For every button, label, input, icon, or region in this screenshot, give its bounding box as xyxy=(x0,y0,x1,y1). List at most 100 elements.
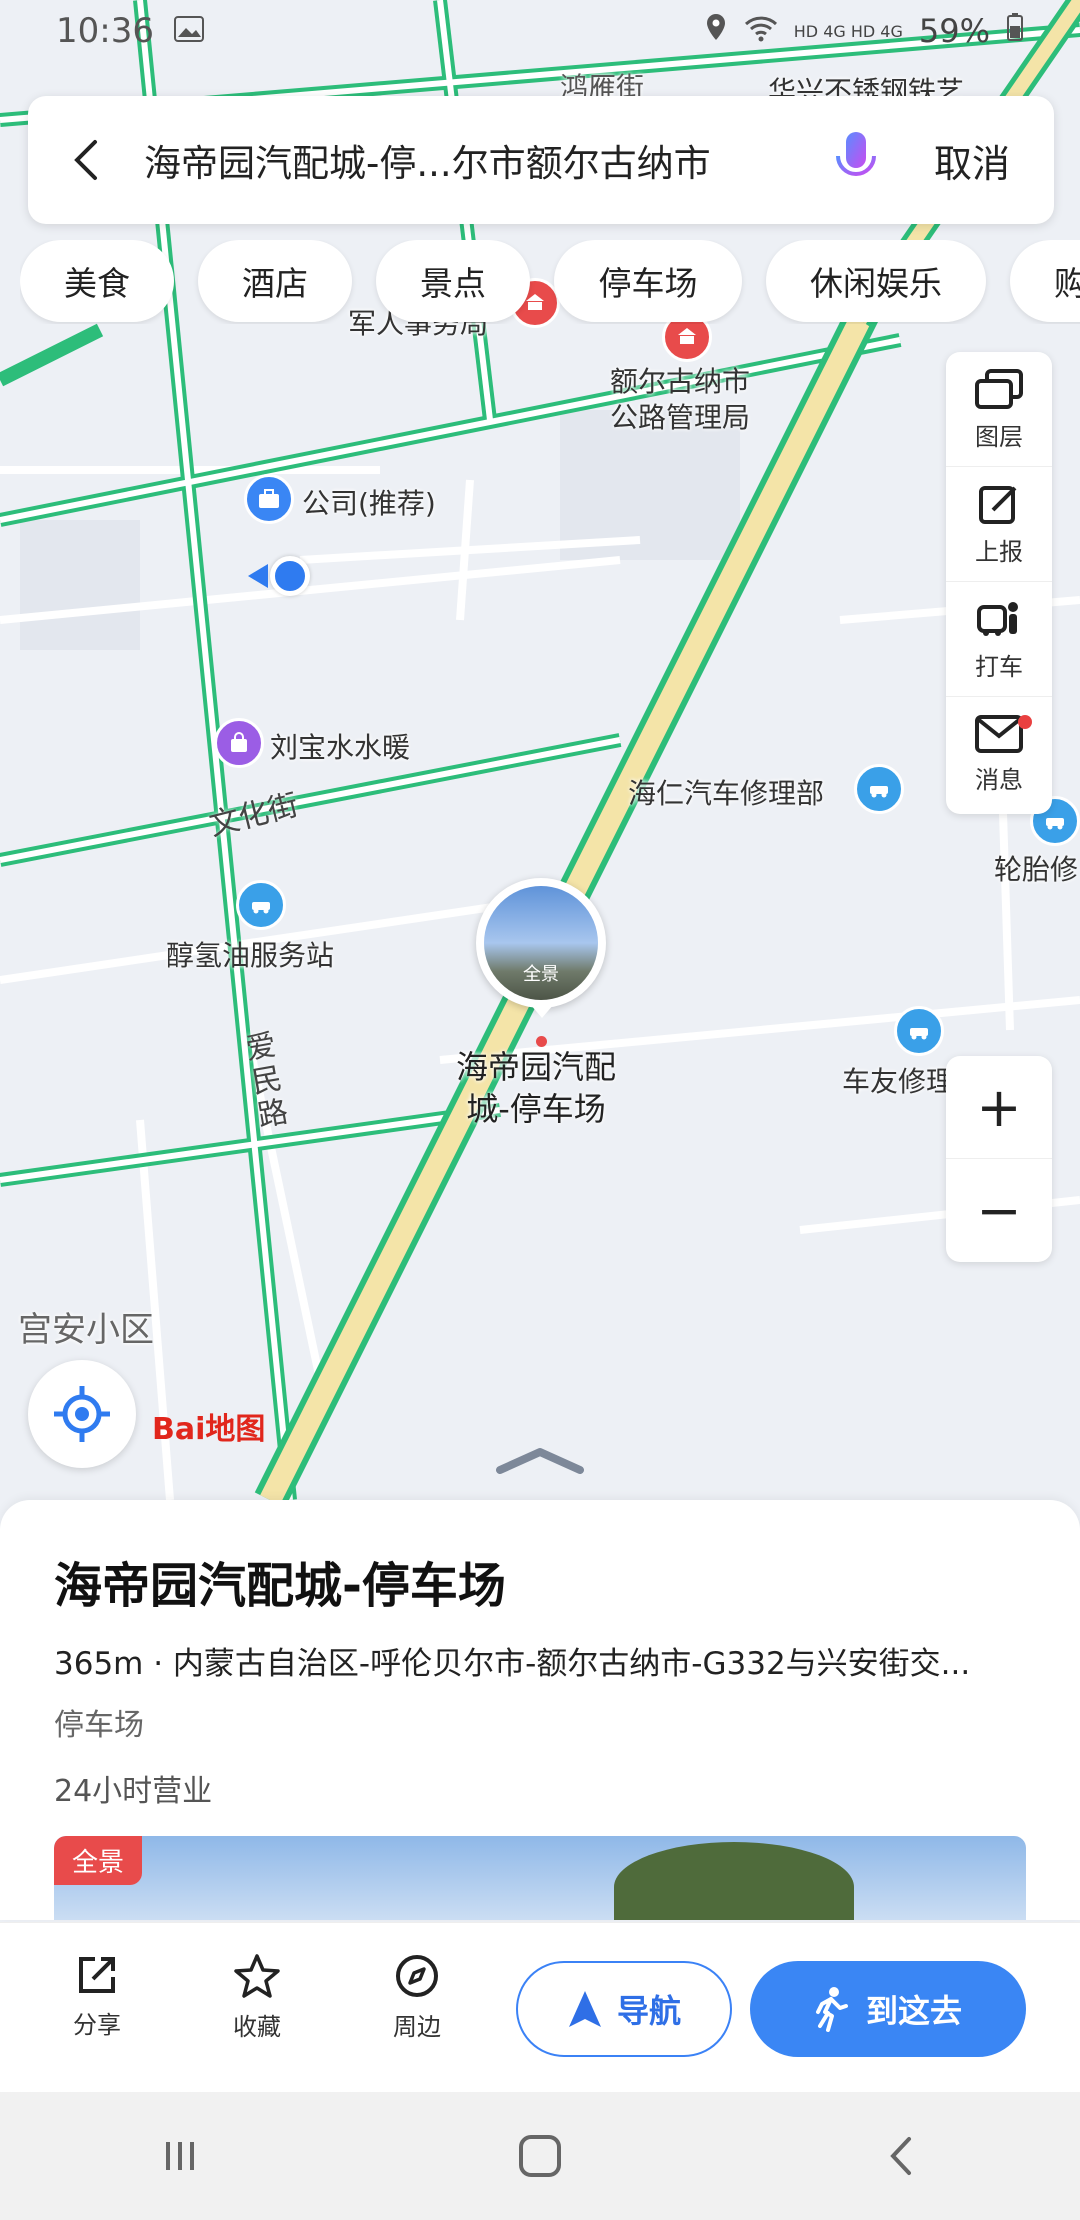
selected-label-line-1: 海帝园汽配 xyxy=(456,1048,617,1086)
zoom-controls: + − xyxy=(946,1056,1052,1262)
marker-pointer xyxy=(530,1004,554,1018)
voice-search-button[interactable] xyxy=(816,120,896,200)
image-notification-icon xyxy=(173,11,204,51)
report-button[interactable]: 上报 xyxy=(946,467,1052,582)
message-icon xyxy=(975,715,1023,753)
wifi-icon xyxy=(744,12,778,50)
status-bar: 10:36 HD 4G HD 4G 59% xyxy=(0,0,1080,62)
crosshair-icon xyxy=(54,1386,110,1442)
network-indicator: HD 4G HD 4G xyxy=(793,21,903,41)
share-icon xyxy=(79,1957,115,1993)
shopping-bag-icon[interactable] xyxy=(214,718,264,768)
navigate-button[interactable]: 导航 xyxy=(516,1961,732,2057)
poi-label-fuel-station[interactable]: 醇氢油服务站 xyxy=(166,934,334,974)
share-button[interactable]: 分享 xyxy=(42,1953,152,2040)
category-chips: 美食 酒店 景点 停车场 休闲娱乐 购 xyxy=(20,240,1080,324)
poi-label-haiRen-repair[interactable]: 海仁汽车修理部 xyxy=(628,772,824,812)
poi-label-chefriend[interactable]: 车友修理 xyxy=(842,1060,954,1100)
cancel-button[interactable]: 取消 xyxy=(896,133,1054,188)
chip-shopping[interactable]: 购 xyxy=(1010,240,1080,322)
panorama-thumbnail: 全景 xyxy=(484,886,598,1000)
chip-scenic[interactable]: 景点 xyxy=(376,240,530,322)
back-chevron-icon xyxy=(890,2137,911,2175)
taxi-label: 打车 xyxy=(975,652,1023,681)
taxi-icon xyxy=(977,601,1018,636)
home-button[interactable] xyxy=(480,2111,600,2201)
messages-button[interactable]: 消息 xyxy=(946,697,1052,812)
chip-hotel[interactable]: 酒店 xyxy=(198,240,352,322)
map-view[interactable]: 额尔古纳市 公路管理局 军人事务局 公司(推荐) 刘宝水水暖 文化街 爱民路 海… xyxy=(0,0,1080,1500)
place-category: 停车场 xyxy=(54,1708,144,1743)
nearby-button[interactable]: 周边 xyxy=(362,1953,472,2042)
layers-label: 图层 xyxy=(975,422,1023,451)
baidu-map-logo: Bai地图 xyxy=(152,1404,265,1448)
microphone-icon xyxy=(835,132,876,186)
poi-label-highway-bureau[interactable]: 额尔古纳市 公路管理局 xyxy=(610,364,750,436)
current-location-dot xyxy=(270,556,310,596)
chip-food[interactable]: 美食 xyxy=(20,240,174,322)
recent-apps-icon xyxy=(166,2142,194,2170)
status-time: 10:36 xyxy=(56,11,154,51)
recent-apps-button[interactable] xyxy=(120,2111,240,2201)
poi-line-2: 公路管理局 xyxy=(610,401,751,434)
my-location-button[interactable] xyxy=(28,1360,136,1468)
walking-person-icon xyxy=(815,1987,848,2032)
chip-parking[interactable]: 停车场 xyxy=(554,240,742,322)
map-tools-panel: 图层 上报 打车 消息 xyxy=(946,352,1052,814)
layers-icon xyxy=(975,368,1023,409)
place-hours: 24小时营业 xyxy=(54,1774,213,1809)
action-bar: 分享 收藏 周边 导航 到这去 xyxy=(0,1922,1080,2092)
back-button[interactable] xyxy=(46,96,126,224)
place-detail-panel[interactable]: 海帝园汽配城-停车场 365m · 内蒙古自治区-呼伦贝尔市-额尔古纳市-G33… xyxy=(0,1500,1080,1920)
navigate-label: 导航 xyxy=(616,1992,681,2030)
selected-place-label[interactable]: 海帝园汽配 城-停车场 xyxy=(456,1046,616,1130)
back-arrow-icon xyxy=(74,140,97,180)
selected-label-line-2: 城-停车场 xyxy=(466,1090,606,1128)
messages-label: 消息 xyxy=(975,766,1023,794)
place-title: 海帝园汽配城-停车场 xyxy=(54,1558,506,1614)
selected-place-marker[interactable]: 全景 xyxy=(476,878,606,1008)
star-icon xyxy=(234,1954,280,1998)
go-here-button[interactable]: 到这去 xyxy=(750,1961,1026,2057)
poi-label-company[interactable]: 公司(推荐) xyxy=(302,482,436,522)
battery-percent: 59% xyxy=(918,12,990,50)
location-status-icon xyxy=(704,12,728,50)
baidu-logo-text: Bai地图 xyxy=(152,1412,266,1447)
zoom-in-button[interactable]: + xyxy=(946,1056,1052,1159)
poi-label-tire[interactable]: 轮胎修 xyxy=(994,848,1078,888)
poi-line-1: 额尔古纳市 xyxy=(610,365,751,398)
place-address: 365m · 内蒙古自治区-呼伦贝尔市-额尔古纳市-G332与兴安街交... xyxy=(54,1646,971,1682)
favorite-label: 收藏 xyxy=(233,2013,281,2041)
car-repair-icon[interactable] xyxy=(854,764,904,814)
report-label: 上报 xyxy=(975,537,1023,566)
unread-dot xyxy=(1018,715,1032,729)
car-service-icon[interactable] xyxy=(236,880,286,930)
nearby-label: 周边 xyxy=(393,2013,441,2041)
location-direction-icon xyxy=(248,564,268,588)
system-nav-bar xyxy=(0,2092,1080,2220)
battery-icon xyxy=(1006,12,1024,50)
place-panorama-photo[interactable]: 全景 xyxy=(54,1836,1026,1920)
car-repair-icon[interactable] xyxy=(894,1006,944,1056)
navigation-arrow-icon xyxy=(568,1991,601,2027)
panel-expand-handle[interactable] xyxy=(494,1446,586,1476)
system-back-button[interactable] xyxy=(840,2111,960,2201)
compass-icon xyxy=(396,1955,438,1997)
zoom-out-button[interactable]: − xyxy=(946,1159,1052,1262)
chip-leisure[interactable]: 休闲娱乐 xyxy=(766,240,986,322)
poi-label-plumbing[interactable]: 刘宝水水暖 xyxy=(270,726,410,766)
photo-tree xyxy=(614,1842,854,1920)
poi-label-gongan[interactable]: 宫安小区 xyxy=(18,1302,154,1351)
road-network xyxy=(0,0,1080,1500)
search-query-field[interactable]: 海帝园汽配城-停...尔市额尔古纳市 xyxy=(126,133,816,187)
company-briefcase-icon[interactable] xyxy=(244,474,294,524)
search-card: 海帝园汽配城-停...尔市额尔古纳市 取消 xyxy=(28,96,1054,224)
layers-button[interactable]: 图层 xyxy=(946,352,1052,467)
report-icon xyxy=(979,485,1017,524)
taxi-button[interactable]: 打车 xyxy=(946,582,1052,697)
go-here-label: 到这去 xyxy=(865,1992,962,2030)
share-label: 分享 xyxy=(73,2011,121,2039)
panorama-label: 全景 xyxy=(523,964,559,985)
panorama-badge: 全景 xyxy=(54,1836,143,1885)
favorite-button[interactable]: 收藏 xyxy=(202,1953,312,2042)
